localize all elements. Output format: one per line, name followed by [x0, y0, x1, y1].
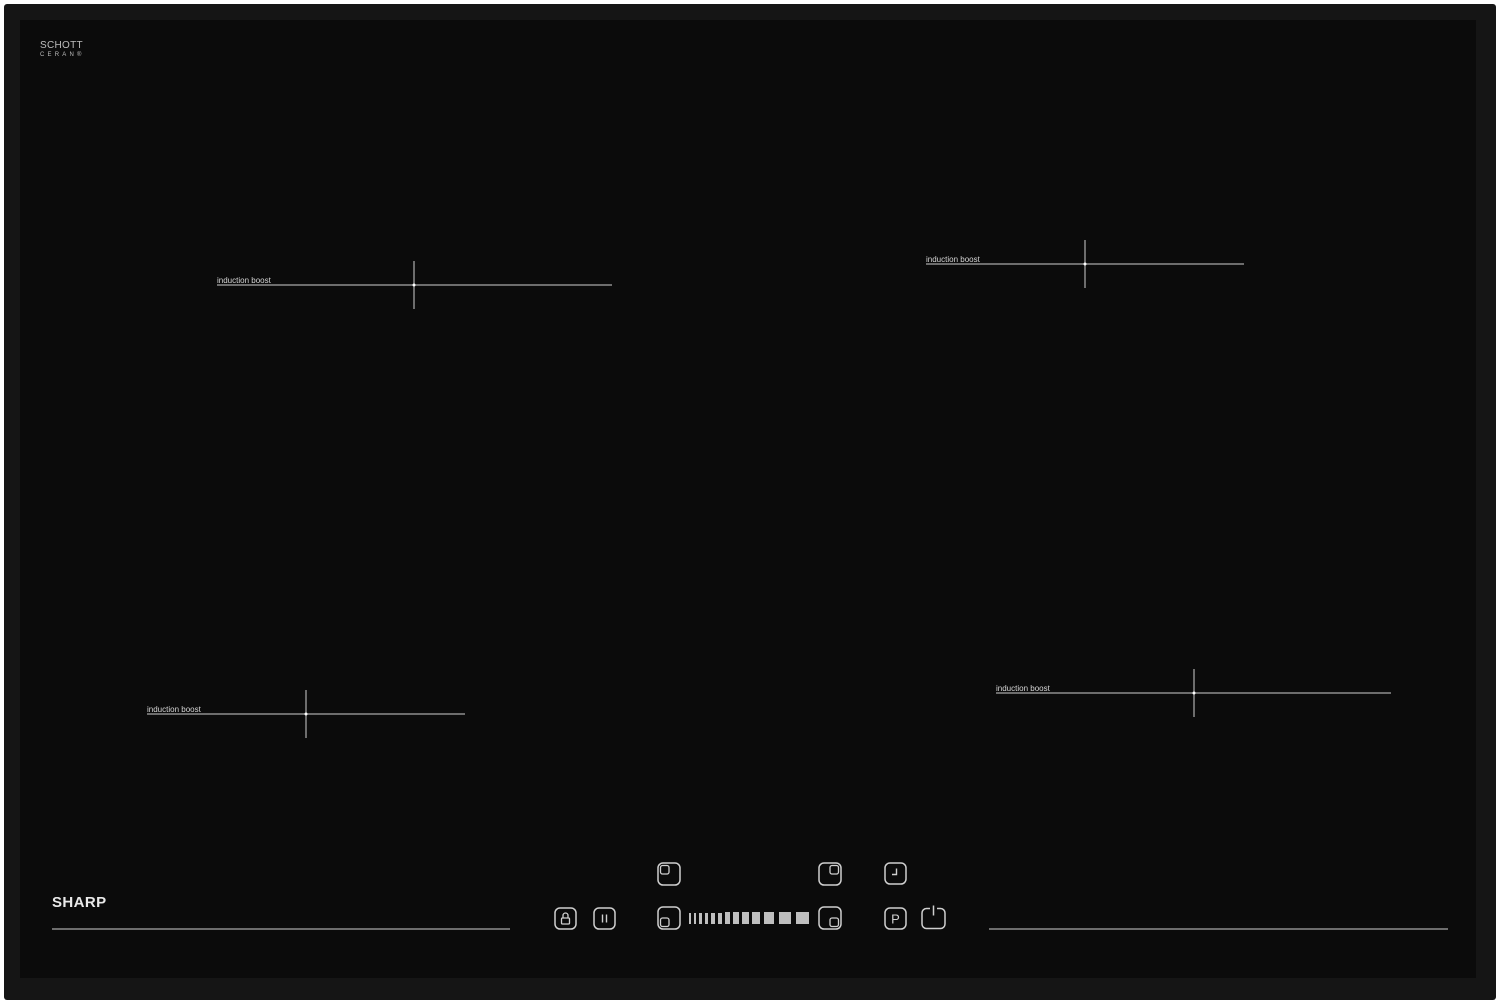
zone-front-left-icon [657, 906, 681, 930]
lock-button[interactable] [554, 907, 577, 930]
zone-front-left-label: induction boost [147, 705, 201, 714]
zone-rear-right-select[interactable] [818, 862, 842, 886]
boost-p-icon: P [884, 907, 907, 930]
boost-p-label: P [891, 912, 900, 927]
zone-rear-right-icon [818, 862, 842, 886]
power-icon [921, 905, 946, 930]
zone-front-right-label: induction boost [996, 684, 1050, 693]
pause-icon [593, 907, 616, 930]
cooking-zone-marks [52, 240, 1448, 930]
power-slider[interactable] [689, 911, 811, 925]
schott-ceran-logo: SCHOTT CERAN® [40, 40, 85, 59]
zone-front-left-select[interactable] [657, 906, 681, 930]
zone-rear-left-select[interactable] [657, 862, 681, 886]
zone-front-right-icon [818, 906, 842, 930]
zone-rear-right-label: induction boost [926, 255, 980, 264]
pause-button[interactable] [593, 907, 616, 930]
power-button[interactable] [921, 904, 946, 930]
timer-icon [884, 862, 907, 885]
boost-p-button[interactable]: P [884, 907, 907, 930]
zone-rear-left-icon [657, 862, 681, 886]
zone-front-right-select[interactable] [818, 906, 842, 930]
lock-icon [554, 907, 577, 930]
zone-rear-left-label: induction boost [217, 276, 271, 285]
sharp-logo: SHARP [52, 894, 107, 911]
timer-button[interactable] [884, 862, 907, 885]
